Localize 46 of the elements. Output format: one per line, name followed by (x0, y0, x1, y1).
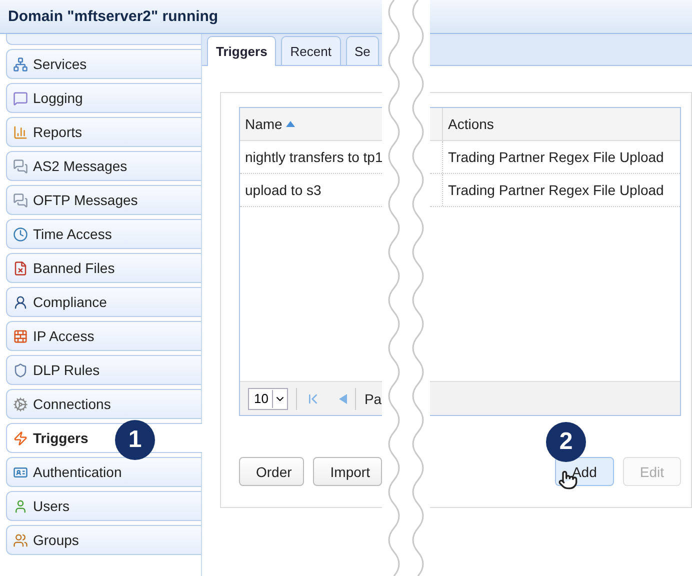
sidebar-item[interactable]: Logging (6, 83, 201, 113)
sidebar-item[interactable]: Reports (6, 117, 201, 147)
sidebar-item[interactable]: Banned Files (6, 253, 201, 283)
sidebar-item[interactable]: Connections (6, 389, 201, 419)
sidebar-item[interactable]: DLP Rules (6, 355, 201, 385)
page-label: Pa (364, 390, 382, 406)
step-callout: 2 (546, 422, 586, 462)
file-x-icon (13, 260, 28, 276)
sidebar-item[interactable] (6, 34, 201, 45)
table-cell-text: Trading Partner Regex File Upload (447, 181, 665, 200)
person-icon (13, 498, 28, 514)
sidebar-item[interactable]: Time Access (6, 219, 201, 249)
brick-wall-icon (13, 328, 28, 344)
table-cell-text: upload to s3 (244, 181, 322, 200)
sidebar-item[interactable]: Groups (6, 525, 201, 555)
people-icon (13, 532, 28, 548)
clock-icon (13, 226, 28, 242)
chat-bubbles-icon (13, 192, 28, 208)
sidebar-item[interactable]: Services (6, 49, 201, 79)
bar-chart-icon (13, 124, 28, 140)
sidebar-item[interactable]: AS2 Messages (6, 151, 201, 181)
sidebar-item[interactable]: IP Access (6, 321, 201, 351)
sidebar-item[interactable]: Users (6, 491, 201, 521)
chat-bubbles-icon (13, 158, 28, 174)
previous-page-icon[interactable] (339, 394, 348, 404)
network-icon (13, 56, 28, 72)
sidebar-item[interactable]: OFTP Messages (6, 185, 201, 215)
speech-bubble-icon (13, 90, 28, 106)
action-button[interactable]: Order (239, 457, 304, 486)
person-icon (13, 294, 28, 310)
shield-icon (13, 362, 28, 378)
sort-icon (286, 121, 296, 127)
page-size-select[interactable]: 10 (248, 388, 288, 410)
lightning-icon (13, 430, 28, 446)
sidebar-item[interactable]: Compliance (6, 287, 201, 317)
tab[interactable]: Se (346, 36, 380, 65)
tab[interactable]: Triggers (207, 36, 276, 66)
gear-icon (13, 396, 28, 412)
tab[interactable]: Recent (281, 36, 340, 65)
id-card-icon (13, 464, 28, 480)
action-button[interactable]: Import (313, 457, 382, 486)
window-title: Domain "mftserver2" running (8, 8, 218, 25)
sidebar-item[interactable]: Authentication (6, 457, 201, 487)
table-cell-text: Trading Partner Regex File Upload (447, 148, 665, 167)
column-header[interactable]: Name (240, 108, 382, 140)
table-cell-text: nightly transfers to tp1 (244, 148, 382, 167)
